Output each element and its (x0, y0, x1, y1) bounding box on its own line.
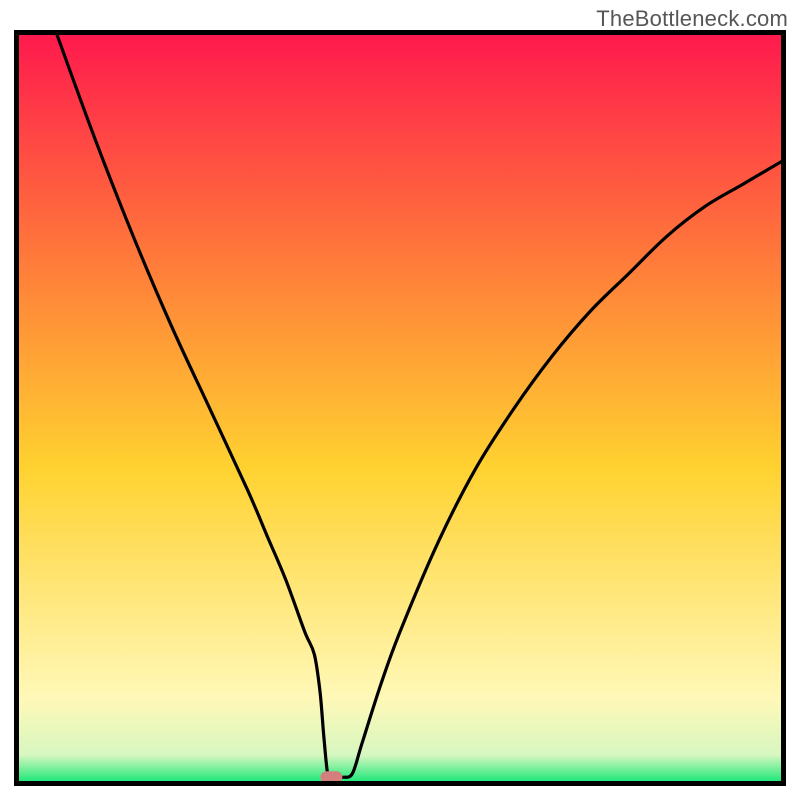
chart-plot-area (14, 30, 786, 786)
chart-container: TheBottleneck.com (0, 0, 800, 800)
watermark-text: TheBottleneck.com (596, 6, 788, 32)
chart-svg (19, 35, 781, 781)
chart-background (19, 35, 781, 781)
optimal-marker (320, 771, 342, 781)
